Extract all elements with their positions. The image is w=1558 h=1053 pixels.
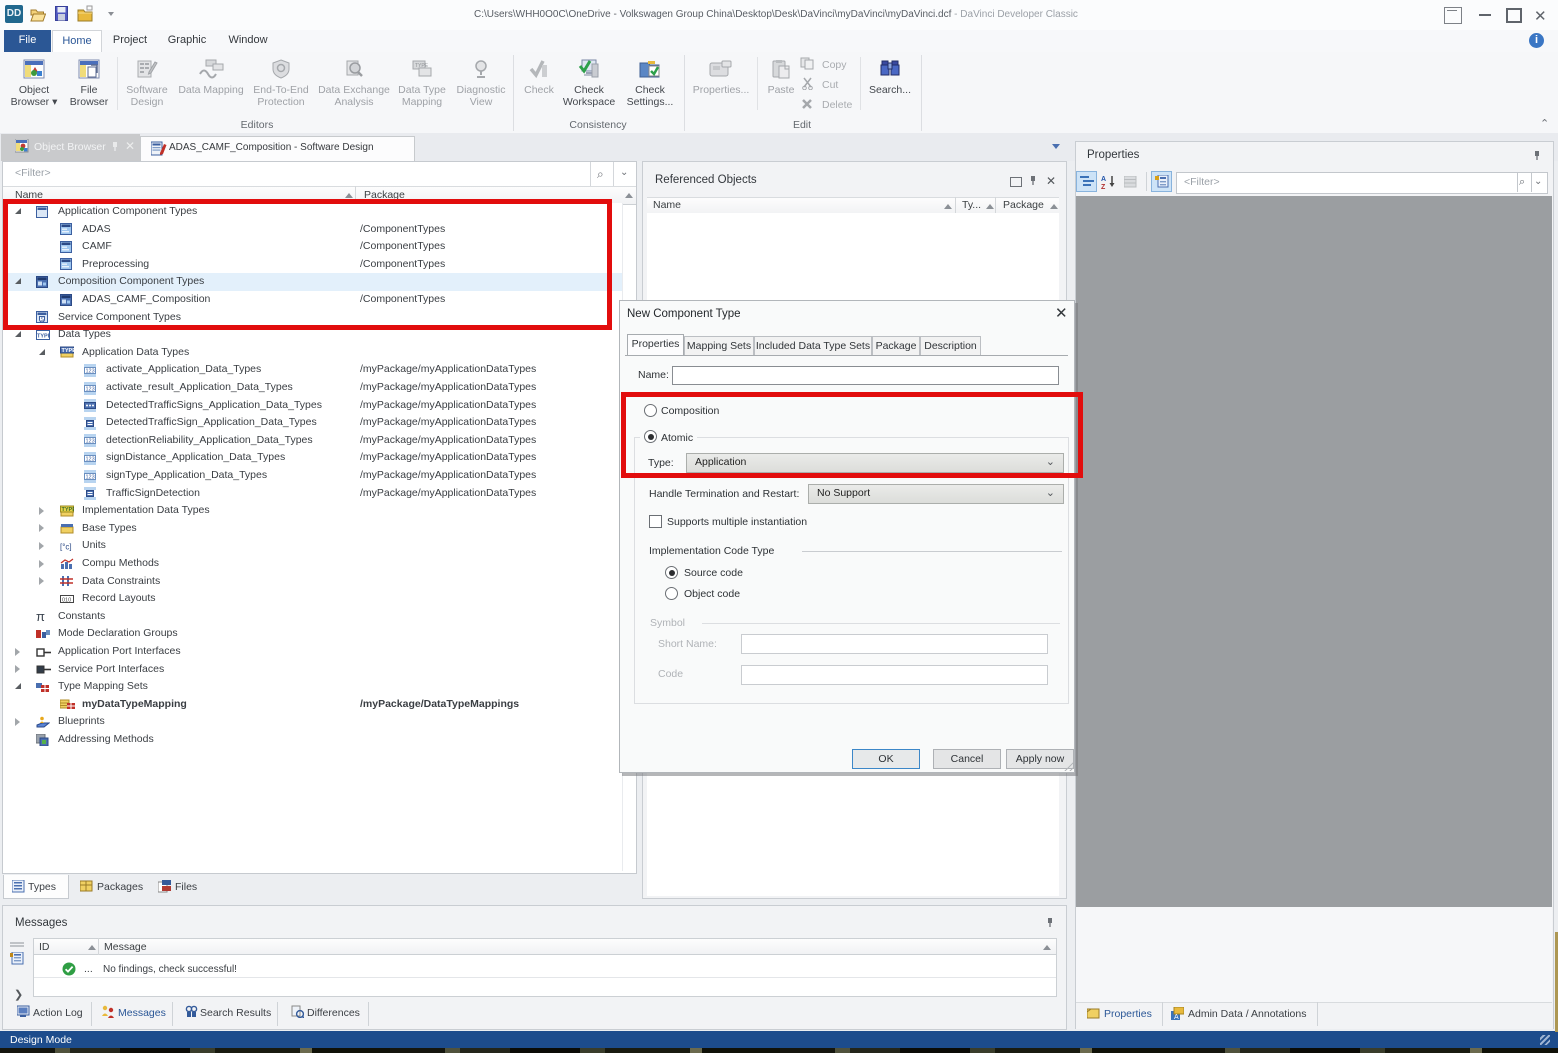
- svg-text:A: A: [1174, 1014, 1179, 1020]
- svg-text:123: 123: [86, 386, 95, 392]
- svg-text:[°c]: [°c]: [60, 542, 72, 551]
- svg-text:123: 123: [86, 439, 95, 445]
- svg-text:TYPE: TYPE: [37, 333, 50, 339]
- svg-text:TYPE: TYPE: [62, 348, 75, 354]
- svg-text:Z: Z: [1101, 184, 1106, 189]
- svg-text:123: 123: [86, 368, 95, 374]
- svg-text:A: A: [1101, 176, 1106, 183]
- svg-text:123: 123: [86, 456, 95, 462]
- svg-text:π: π: [36, 610, 45, 623]
- svg-text:TYPE: TYPE: [62, 507, 75, 513]
- svg-text:010: 010: [62, 597, 71, 603]
- svg-text:123: 123: [86, 474, 95, 480]
